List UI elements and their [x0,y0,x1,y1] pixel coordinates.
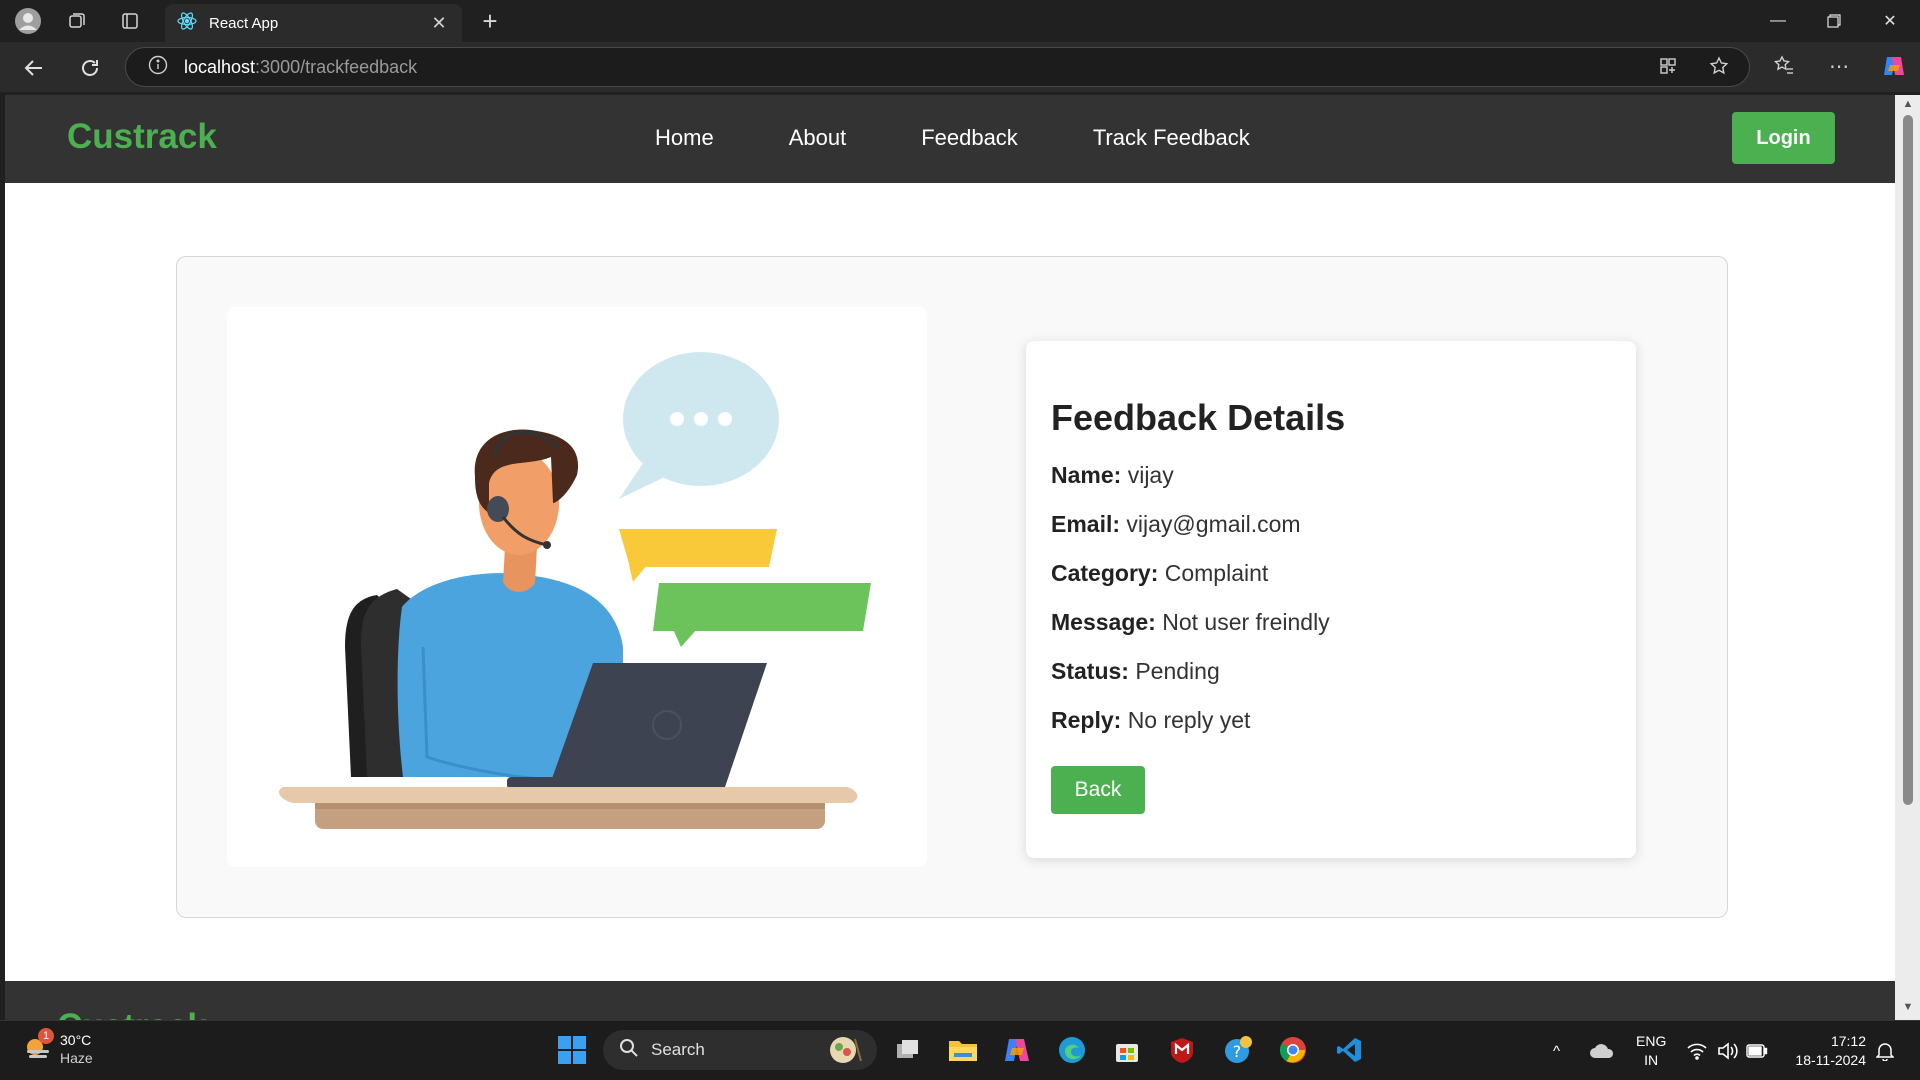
page-scrollbar[interactable]: ▲ ▼ [1895,95,1920,1020]
back-arrow-icon[interactable] [18,52,50,84]
svg-text:?: ? [1233,1042,1242,1061]
site-info-icon[interactable] [148,55,168,80]
detail-category: Category: Complaint [1051,559,1611,587]
detail-value: No reply yet [1127,707,1251,733]
browser-tab-active[interactable]: React App ✕ [165,4,462,42]
weather-widget[interactable]: 1 30°C Haze [22,1027,93,1067]
copilot-app-icon[interactable] [1000,1033,1034,1067]
scroll-thumb[interactable] [1903,115,1913,805]
address-toolbar: localhost:3000/trackfeedback ⋯ [0,42,1920,92]
feedback-container: Feedback Details Name: vijay Email: vija… [176,256,1728,918]
detail-value: vijay@gmail.com [1126,511,1301,537]
new-tab-icon[interactable]: + [476,6,504,36]
refresh-icon[interactable] [74,52,106,84]
scroll-up-icon[interactable]: ▲ [1901,98,1915,112]
detail-reply: Reply: No reply yet [1051,706,1611,734]
login-button[interactable]: Login [1732,112,1835,164]
tray-overflow-icon[interactable]: ^ [1553,1021,1560,1080]
app-available-icon[interactable] [1654,52,1682,80]
lang-top: ENG [1636,1033,1667,1049]
page-viewport: Custrack Home About Feedback Track Feedb… [5,95,1895,1020]
language-indicator[interactable]: ENG IN [1636,1021,1666,1080]
nav-links: Home About Feedback Track Feedback [655,125,1250,151]
url-text: localhost:3000/trackfeedback [184,57,417,78]
detail-value: Pending [1135,658,1220,684]
microsoft-store-icon[interactable] [1110,1033,1144,1067]
back-button[interactable]: Back [1051,766,1145,814]
file-explorer-icon[interactable] [946,1033,980,1067]
nav-link-feedback[interactable]: Feedback [921,125,1018,151]
edge-browser-icon[interactable] [1055,1033,1089,1067]
mcafee-icon[interactable] [1165,1033,1199,1067]
tab-title: React App [209,14,279,32]
minimize-icon[interactable]: — [1750,0,1806,42]
windows-start-icon[interactable] [555,1033,589,1067]
lang-bottom: IN [1644,1052,1659,1068]
detail-value: Not user freindly [1162,609,1330,635]
weather-temp: 30°C [60,1032,92,1048]
search-label: Search [651,1040,705,1059]
react-logo-icon [177,11,197,36]
detail-name: Name: vijay [1051,461,1611,489]
weather-alert-badge: 1 [38,1027,54,1044]
profile-icon[interactable] [14,7,42,35]
detail-message: Message: Not user freindly [1051,608,1611,636]
detail-label: Message: [1051,609,1156,635]
volume-icon[interactable] [1716,1021,1738,1080]
detail-email: Email: vijay@gmail.com [1051,510,1611,538]
copilot-icon[interactable] [1880,52,1908,80]
more-menu-icon[interactable]: ⋯ [1825,52,1853,80]
details-title: Feedback Details [1051,397,1346,438]
notifications-icon[interactable] [1876,1021,1894,1080]
detail-label: Email: [1051,511,1121,537]
detail-label: Name: [1051,462,1122,488]
get-help-icon[interactable]: ? [1221,1033,1255,1067]
detail-label: Status: [1051,658,1129,684]
detail-value: Complaint [1164,560,1269,586]
wifi-icon[interactable] [1686,1021,1708,1080]
detail-value: vijay [1127,462,1174,488]
task-view-icon[interactable] [891,1033,925,1067]
url-field[interactable]: localhost:3000/trackfeedback [125,47,1750,87]
onedrive-icon[interactable] [1589,1021,1615,1080]
clock-time: 17:12 [1830,1033,1866,1049]
weather-icon: 1 [22,1027,54,1067]
taskbar-search[interactable]: Search [603,1030,877,1070]
site-navbar: Custrack Home About Feedback Track Feedb… [5,95,1895,183]
favorite-star-icon[interactable] [1705,52,1733,80]
scroll-down-icon[interactable]: ▼ [1901,1001,1915,1015]
restore-icon[interactable] [1806,0,1862,42]
close-window-icon[interactable]: ✕ [1862,0,1918,42]
windows-taskbar: 1 30°C Haze Search ? ^ ENG IN 17:12 18-1… [0,1020,1920,1080]
tab-actions-icon[interactable] [116,7,144,35]
support-agent-illustration [227,307,927,867]
clock[interactable]: 17:12 18-11-2024 [1784,1021,1866,1080]
search-icon [619,1038,639,1063]
site-footer: Custrack [5,981,1895,1020]
weather-desc: Haze [60,1050,93,1066]
browser-titlebar: React App ✕ + — ✕ [0,0,1920,42]
close-tab-icon[interactable]: ✕ [428,13,450,34]
favorites-list-icon[interactable] [1770,52,1798,80]
chrome-icon[interactable] [1276,1033,1310,1067]
nav-link-track-feedback[interactable]: Track Feedback [1093,125,1250,151]
search-highlight-icon [827,1035,863,1070]
url-host: localhost [184,56,256,77]
battery-icon[interactable] [1746,1021,1768,1080]
nav-link-about[interactable]: About [789,125,847,151]
detail-status: Status: Pending [1051,657,1611,685]
detail-label: Category: [1051,560,1159,586]
detail-label: Reply: [1051,707,1122,733]
vscode-icon[interactable] [1332,1033,1366,1067]
footer-brand: Custrack [57,1007,207,1020]
workspaces-icon[interactable] [63,7,91,35]
feedback-details-card: Feedback Details Name: vijay Email: vija… [1026,341,1636,858]
url-path: :3000/trackfeedback [255,56,418,77]
site-brand-logo[interactable]: Custrack [67,117,217,157]
clock-date: 18-11-2024 [1795,1052,1866,1068]
nav-link-home[interactable]: Home [655,125,714,151]
